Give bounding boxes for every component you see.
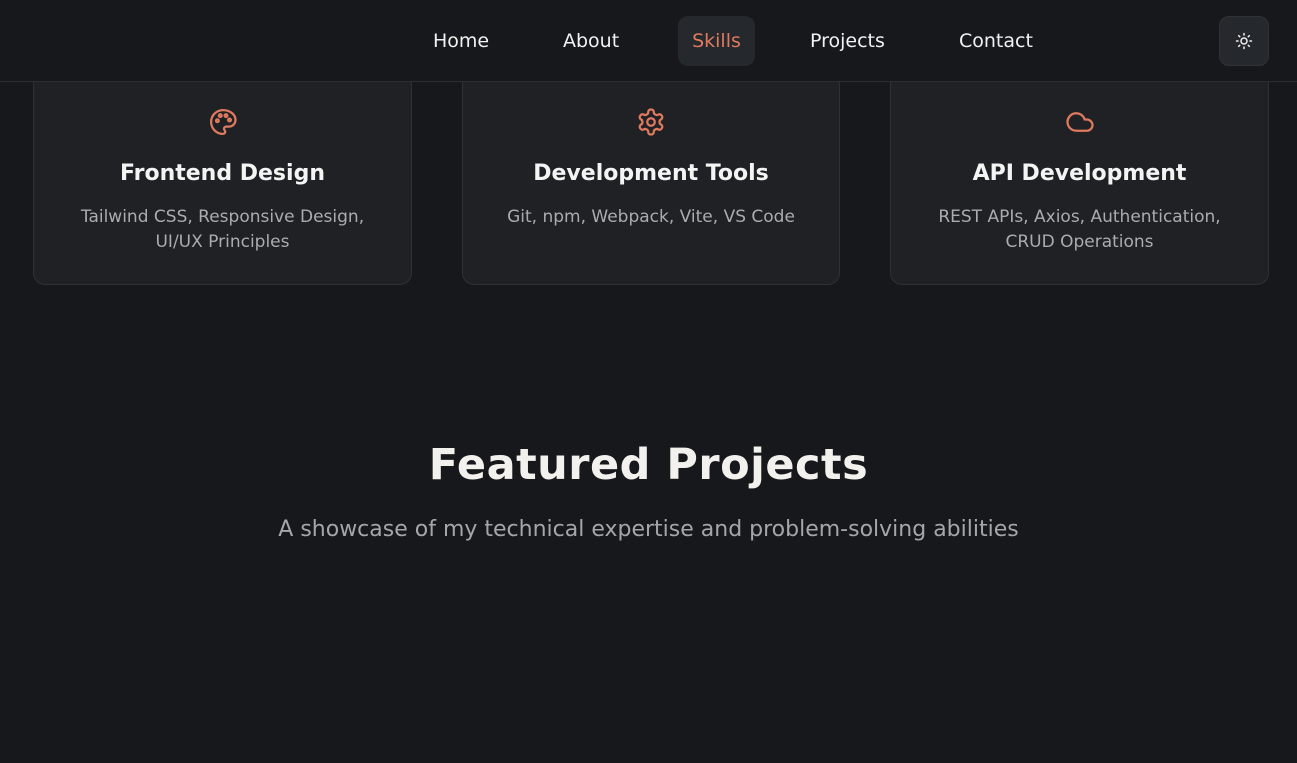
- skill-card-api-development: API Development REST APIs, Axios, Authen…: [890, 60, 1269, 285]
- card-description: Tailwind CSS, Responsive Design, UI/UX P…: [80, 207, 365, 252]
- gear-icon: [638, 108, 664, 136]
- card-title: Development Tools: [533, 161, 769, 186]
- nav-link-contact[interactable]: Contact: [945, 16, 1047, 66]
- card-description: REST APIs, Axios, Authentication, CRUD O…: [938, 207, 1221, 252]
- card-description: Git, npm, Webpack, Vite, VS Code: [507, 207, 795, 227]
- nav-link-skills[interactable]: Skills: [678, 16, 755, 66]
- navbar: Home About Skills Projects Contact: [0, 0, 1297, 82]
- nav-link-about[interactable]: About: [549, 16, 633, 66]
- section-subtitle: A showcase of my technical expertise and…: [278, 517, 1019, 542]
- skill-card-frontend-design: Frontend Design Tailwind CSS, Responsive…: [33, 60, 412, 285]
- palette-icon: [209, 109, 237, 135]
- cloud-icon: [1065, 112, 1094, 132]
- nav-link-projects[interactable]: Projects: [796, 16, 899, 66]
- card-title: Frontend Design: [120, 161, 325, 186]
- section-title: Featured Projects: [428, 440, 869, 490]
- portfolio-page: Frontend Design Tailwind CSS, Responsive…: [0, 0, 1297, 763]
- nav-link-home[interactable]: Home: [419, 16, 503, 66]
- sun-icon: [1235, 32, 1253, 50]
- card-title: API Development: [972, 161, 1187, 186]
- theme-toggle-button[interactable]: [1219, 16, 1269, 66]
- skill-card-development-tools: Development Tools Git, npm, Webpack, Vit…: [462, 60, 840, 285]
